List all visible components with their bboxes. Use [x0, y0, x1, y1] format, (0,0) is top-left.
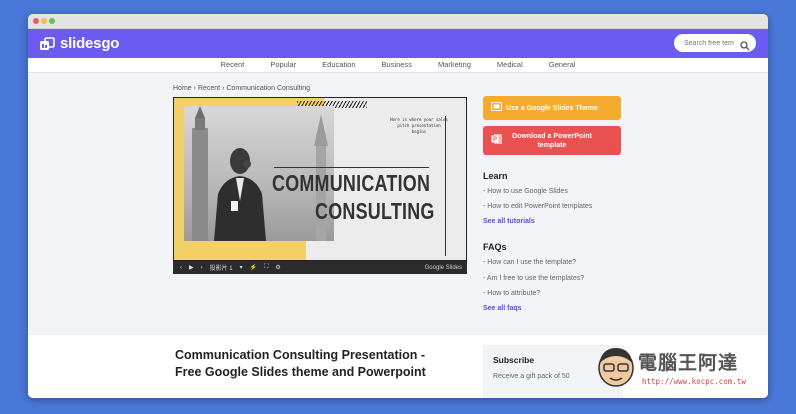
nav-medical[interactable]: Medical [497, 58, 523, 72]
breadcrumb-separator: › [193, 85, 196, 92]
player-controls: ‹ ▶ › 投影片 1 ▾ ⚡ ⛶ ⚙ Google Slides [173, 261, 467, 274]
subscribe-description: Receive a gift pack of 50 [493, 373, 570, 380]
learn-link-google-slides[interactable]: - How to use Google Slides [483, 188, 568, 195]
slide-canvas: Here is where your sales pitch presentat… [174, 98, 466, 260]
google-slides-icon [491, 101, 502, 115]
breadcrumb-recent[interactable]: Recent [198, 85, 220, 92]
nav-general[interactable]: General [549, 58, 576, 72]
next-slide-icon[interactable]: › [201, 265, 203, 271]
slide-preview[interactable]: Here is where your sales pitch presentat… [173, 97, 467, 274]
nav-education[interactable]: Education [322, 58, 355, 72]
slidesgo-logo-icon [39, 36, 57, 52]
search-input[interactable] [682, 38, 742, 48]
laser-pointer-icon[interactable]: ⚡ [250, 264, 257, 271]
slide-note: Here is where your sales pitch presentat… [389, 117, 449, 135]
watermark-text: 電腦王阿達 [638, 352, 739, 374]
learn-heading: Learn [483, 171, 508, 181]
slide-note-line-2: pitch presentation begins [397, 123, 441, 134]
powerpoint-icon: P [491, 133, 503, 148]
fullscreen-icon[interactable]: ⛶ [264, 264, 268, 271]
brand-name: slidesgo [60, 35, 120, 52]
breadcrumb: Home › Recent › Communication Consulting [173, 85, 310, 92]
search-icon[interactable] [740, 38, 750, 51]
previous-slide-icon[interactable]: ‹ [180, 265, 182, 271]
window-titlebar [28, 14, 768, 29]
breadcrumb-home[interactable]: Home [173, 85, 192, 92]
nav-popular[interactable]: Popular [270, 58, 296, 72]
nav-business[interactable]: Business [382, 58, 412, 72]
breadcrumb-separator: › [222, 85, 225, 92]
site-header: slidesgo [28, 29, 768, 58]
page-title: Communication Consulting Presentation - … [175, 347, 475, 381]
faqs-heading: FAQs [483, 242, 507, 252]
nav-recent[interactable]: Recent [221, 58, 245, 72]
page-title-line-2: Free Google Slides theme and Powerpoint [175, 365, 426, 379]
use-google-slides-button[interactable]: Use a Google Slides Theme [483, 96, 621, 120]
nav-marketing[interactable]: Marketing [438, 58, 471, 72]
svg-text:P: P [493, 137, 497, 143]
faq-link-attribute[interactable]: - How to attribute? [483, 290, 540, 297]
slide-selector[interactable]: 投影片 1 [210, 263, 233, 272]
faq-link-use-template[interactable]: - How can I use the template? [483, 259, 576, 266]
maximize-window-button[interactable] [49, 18, 55, 24]
use-google-slides-label: Use a Google Slides Theme [506, 104, 598, 112]
breadcrumb-current: Communication Consulting [226, 85, 311, 92]
slide-title-line-1: COMMUNICATION [272, 170, 431, 196]
faq-link-free[interactable]: - Am I free to use the templates? [483, 275, 584, 282]
subscribe-heading: Subscribe [493, 355, 535, 365]
slide-title-line-2: CONSULTING [315, 198, 435, 224]
main-content: Home › Recent › Communication Consulting [28, 73, 768, 335]
slidesgo-logo[interactable]: slidesgo [39, 35, 119, 52]
google-slides-brand: Google Slides [424, 264, 462, 271]
watermark-mascot-icon [596, 344, 636, 388]
play-icon[interactable]: ▶ [189, 264, 194, 271]
search-box[interactable] [674, 34, 756, 52]
watermark-url: http://www.kocpc.com.tw [642, 377, 746, 386]
minimize-window-button[interactable] [41, 18, 47, 24]
close-window-button[interactable] [33, 18, 39, 24]
see-all-faqs-link[interactable]: See all faqs [483, 305, 522, 312]
slide-vertical-rule [445, 116, 446, 256]
download-powerpoint-label-2: template [537, 141, 567, 149]
watermark: 電腦王阿達 http://www.kocpc.com.tw [594, 340, 774, 396]
download-powerpoint-label-1: Download a PowerPoint [512, 132, 592, 140]
chevron-down-icon[interactable]: ▾ [240, 264, 243, 271]
category-nav: Recent Popular Education Business Market… [28, 58, 768, 73]
page-title-line-1: Communication Consulting Presentation - [175, 348, 426, 362]
gear-icon[interactable]: ⚙ [275, 264, 280, 271]
slide-title-rule [274, 167, 429, 168]
download-powerpoint-button[interactable]: P Download a PowerPoint template [483, 126, 621, 155]
learn-link-powerpoint[interactable]: - How to edit PowerPoint templates [483, 203, 592, 210]
see-all-tutorials-link[interactable]: See all tutorials [483, 218, 535, 225]
